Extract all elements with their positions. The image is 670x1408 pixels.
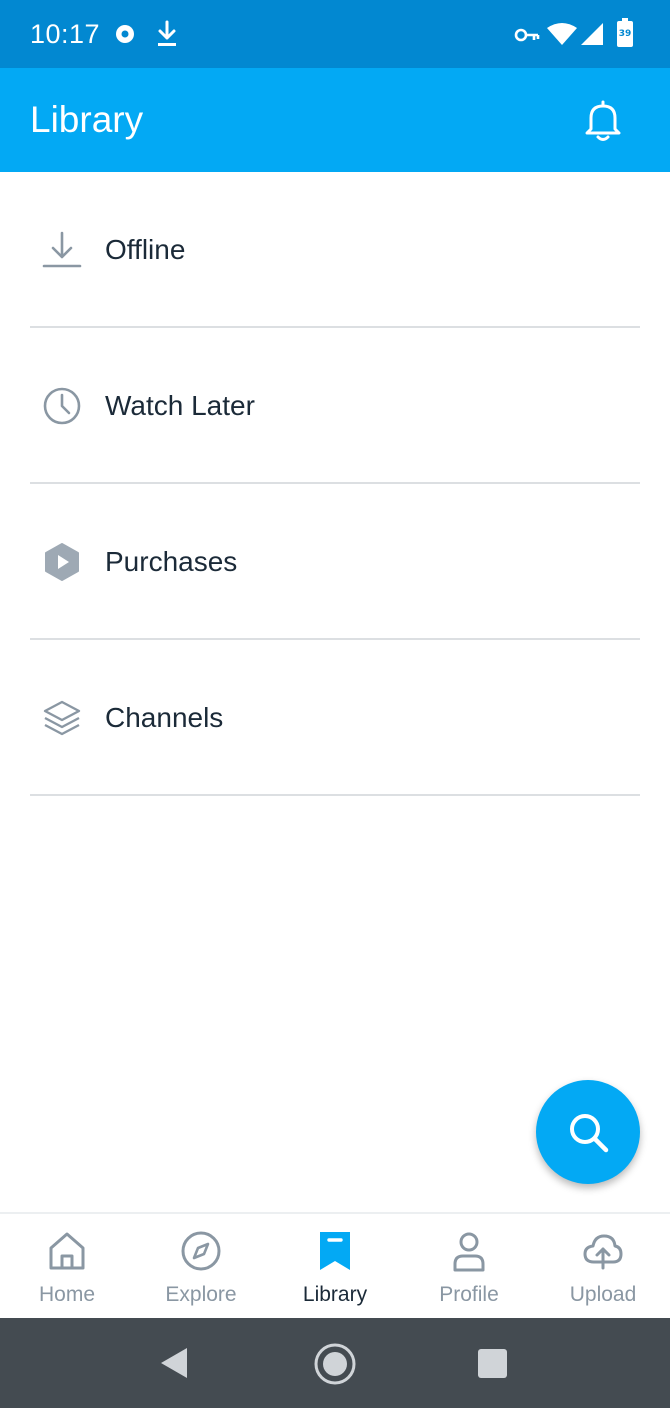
library-menu: Offline Watch Later Purchases Channels bbox=[0, 172, 670, 796]
page-title: Library bbox=[30, 99, 144, 140]
layers-icon bbox=[43, 700, 81, 736]
menu-item-label: Offline bbox=[105, 234, 186, 265]
compass-icon bbox=[181, 1231, 221, 1271]
bell-icon[interactable] bbox=[580, 98, 626, 144]
nav-label-upload: Upload bbox=[569, 1283, 637, 1306]
search-fab-button[interactable] bbox=[536, 1080, 640, 1184]
clock-icon bbox=[43, 387, 81, 425]
status-time: 10:17 bbox=[30, 19, 101, 49]
nav-label-profile: Profile bbox=[439, 1283, 499, 1306]
nav-label-home: Home bbox=[38, 1283, 96, 1306]
recents-icon[interactable] bbox=[478, 1349, 507, 1378]
search-icon bbox=[570, 1114, 609, 1153]
battery-icon: 39 bbox=[617, 18, 633, 47]
wifi-icon bbox=[547, 23, 577, 45]
nav-label-library: Library bbox=[302, 1283, 368, 1306]
vpn-key-icon bbox=[514, 28, 540, 42]
download-icon bbox=[158, 20, 176, 46]
person-icon bbox=[453, 1232, 485, 1272]
play-hexagon-icon bbox=[45, 543, 79, 581]
battery-level: 39 bbox=[619, 29, 632, 39]
circle-dot-icon bbox=[116, 25, 134, 43]
menu-item-purchases[interactable]: Purchases bbox=[30, 484, 640, 640]
nav-item-profile[interactable]: Profile bbox=[402, 1214, 536, 1318]
cloud-upload-icon bbox=[583, 1234, 623, 1270]
menu-item-offline[interactable]: Offline bbox=[30, 172, 640, 328]
download-icon bbox=[42, 231, 82, 268]
back-icon[interactable] bbox=[158, 1346, 190, 1380]
bottom-nav: Home Explore Library Profile Upload bbox=[0, 1212, 670, 1318]
nav-item-explore[interactable]: Explore bbox=[134, 1214, 268, 1318]
menu-item-label: Purchases bbox=[105, 546, 238, 577]
nav-item-library[interactable]: Library bbox=[268, 1214, 402, 1318]
app-bar: Library bbox=[0, 68, 670, 172]
nav-item-home[interactable]: Home bbox=[0, 1214, 134, 1318]
menu-item-label: Channels bbox=[105, 702, 224, 733]
system-nav-bar bbox=[0, 1318, 670, 1408]
menu-item-watch-later[interactable]: Watch Later bbox=[30, 328, 640, 484]
home-icon bbox=[49, 1232, 85, 1270]
home-circle-icon[interactable] bbox=[313, 1342, 357, 1386]
nav-label-explore: Explore bbox=[165, 1283, 237, 1306]
status-bar: 10:17 39 bbox=[0, 0, 670, 68]
cell-signal-icon bbox=[581, 23, 603, 45]
menu-item-channels[interactable]: Channels bbox=[30, 640, 640, 796]
menu-item-label: Watch Later bbox=[105, 390, 255, 421]
bookmark-icon bbox=[320, 1232, 350, 1270]
nav-item-upload[interactable]: Upload bbox=[536, 1214, 670, 1318]
